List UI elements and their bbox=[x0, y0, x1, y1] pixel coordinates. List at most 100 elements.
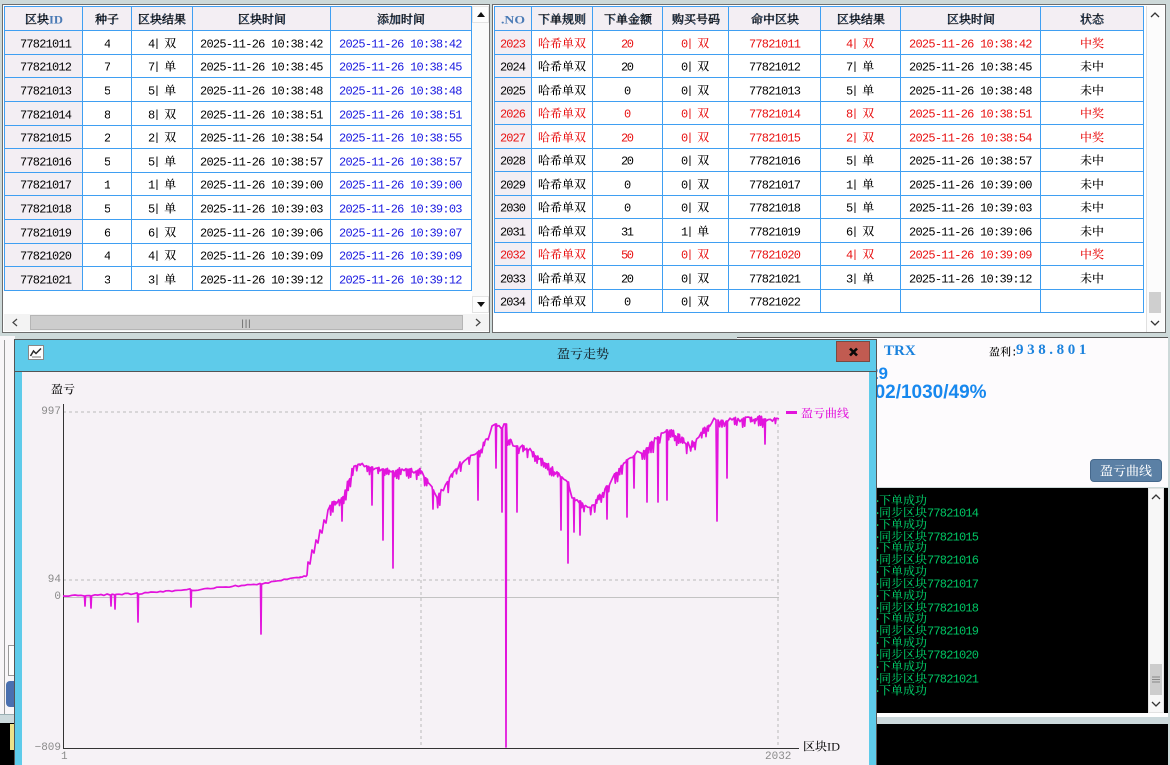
svg-text:2025-11-26 10:38:51: 2025-11-26 10:38:51 bbox=[909, 108, 1033, 119]
svg-text:2024: 2024 bbox=[500, 61, 526, 72]
svg-text:2023: 2023 bbox=[500, 37, 526, 48]
svg-text:0|: 0| bbox=[681, 155, 694, 166]
svg-text:77821022: 77821022 bbox=[749, 296, 801, 307]
svg-text:0|: 0| bbox=[681, 202, 694, 213]
svg-text:2033: 2033 bbox=[500, 272, 526, 283]
svg-text:77821015: 77821015 bbox=[20, 132, 72, 143]
svg-text:2026: 2026 bbox=[500, 108, 526, 119]
svg-text:77821018: 77821018 bbox=[927, 601, 979, 612]
svg-text:2025-11-26 10:39:09: 2025-11-26 10:39:09 bbox=[200, 250, 324, 261]
svg-text:4|: 4| bbox=[148, 37, 161, 48]
svg-text:77821011: 77821011 bbox=[749, 37, 801, 48]
svg-text:.NO: .NO bbox=[501, 13, 525, 25]
svg-text:3: 3 bbox=[104, 273, 111, 284]
svg-text:0: 0 bbox=[624, 178, 631, 189]
svg-text:2025-11-26 10:39:03: 2025-11-26 10:39:03 bbox=[200, 202, 324, 213]
svg-text:0|: 0| bbox=[681, 37, 694, 48]
svg-text:2025-11-26 10:38:45: 2025-11-26 10:38:45 bbox=[200, 61, 324, 72]
svg-text:2032: 2032 bbox=[500, 249, 526, 260]
svg-text:2025: 2025 bbox=[500, 84, 526, 95]
svg-text:2025-11-26 10:39:03: 2025-11-26 10:39:03 bbox=[909, 202, 1033, 213]
svg-text:2|: 2| bbox=[846, 131, 859, 142]
svg-text:77821015: 77821015 bbox=[927, 530, 979, 541]
svg-text:2025-11-26 10:39:06: 2025-11-26 10:39:06 bbox=[200, 226, 324, 237]
svg-text:2031: 2031 bbox=[500, 225, 526, 236]
svg-text:8|: 8| bbox=[148, 108, 161, 119]
svg-text:77821018: 77821018 bbox=[20, 202, 72, 213]
svg-text:2025-11-26 10:39:09: 2025-11-26 10:39:09 bbox=[339, 250, 463, 261]
svg-text:77821021: 77821021 bbox=[927, 672, 979, 683]
svg-text:77821019: 77821019 bbox=[20, 226, 72, 237]
svg-text:6|: 6| bbox=[846, 225, 859, 236]
svg-text:7: 7 bbox=[104, 61, 111, 72]
svg-text:2025-11-26 10:39:12: 2025-11-26 10:39:12 bbox=[200, 273, 324, 284]
svg-text:6: 6 bbox=[104, 226, 111, 237]
svg-text:77821017: 77821017 bbox=[20, 179, 72, 190]
svg-text:2028: 2028 bbox=[500, 155, 526, 166]
svg-text:0: 0 bbox=[624, 296, 631, 307]
svg-text:5|: 5| bbox=[148, 84, 161, 95]
svg-text:77821020: 77821020 bbox=[749, 249, 801, 260]
svg-text:77821019: 77821019 bbox=[749, 225, 801, 236]
svg-text:0|: 0| bbox=[681, 84, 694, 95]
svg-text:5|: 5| bbox=[148, 202, 161, 213]
svg-text:0|: 0| bbox=[681, 131, 694, 142]
svg-text:77821014: 77821014 bbox=[927, 506, 979, 517]
svg-text:2025-11-26 10:38:45: 2025-11-26 10:38:45 bbox=[339, 61, 463, 72]
svg-text:2025-11-26 10:39:09: 2025-11-26 10:39:09 bbox=[909, 249, 1033, 260]
svg-text:1|: 1| bbox=[148, 179, 161, 190]
svg-text:77821020: 77821020 bbox=[927, 649, 979, 660]
svg-text:2030: 2030 bbox=[500, 202, 526, 213]
svg-text:5: 5 bbox=[104, 84, 111, 95]
svg-text:2025-11-26 10:38:55: 2025-11-26 10:38:55 bbox=[339, 132, 463, 143]
svg-text:2025-11-26 10:39:00: 2025-11-26 10:39:00 bbox=[909, 178, 1033, 189]
svg-text:7|: 7| bbox=[148, 61, 161, 72]
svg-text:2025-11-26 10:38:42: 2025-11-26 10:38:42 bbox=[200, 37, 324, 48]
svg-text::: : bbox=[1011, 348, 1015, 357]
svg-text:0|: 0| bbox=[681, 178, 694, 189]
svg-text:77821017: 77821017 bbox=[749, 178, 801, 189]
svg-text:2025-11-26 10:39:00: 2025-11-26 10:39:00 bbox=[339, 179, 463, 190]
svg-text:2025-11-26 10:38:57: 2025-11-26 10:38:57 bbox=[200, 155, 324, 166]
svg-text:2025-11-26 10:38:48: 2025-11-26 10:38:48 bbox=[200, 84, 324, 95]
svg-text:20: 20 bbox=[621, 61, 634, 72]
svg-text:ID: ID bbox=[827, 740, 840, 752]
svg-text:2027: 2027 bbox=[500, 131, 526, 142]
svg-text:2025-11-26 10:39:03: 2025-11-26 10:39:03 bbox=[339, 202, 463, 213]
svg-text:2025-11-26 10:38:42: 2025-11-26 10:38:42 bbox=[339, 37, 463, 48]
svg-text:77821012: 77821012 bbox=[749, 61, 801, 72]
svg-text:0: 0 bbox=[624, 84, 631, 95]
svg-text:8: 8 bbox=[104, 108, 111, 119]
svg-text:2025-11-26 10:38:48: 2025-11-26 10:38:48 bbox=[339, 84, 463, 95]
svg-text:2025-11-26 10:38:54: 2025-11-26 10:38:54 bbox=[909, 131, 1033, 142]
svg-text:5|: 5| bbox=[148, 155, 161, 166]
svg-text:20: 20 bbox=[621, 131, 634, 142]
svg-text:8|: 8| bbox=[846, 108, 859, 119]
svg-text:77821013: 77821013 bbox=[749, 84, 801, 95]
svg-text:77821019: 77821019 bbox=[927, 625, 979, 636]
svg-text:0: 0 bbox=[624, 202, 631, 213]
svg-text:2025-11-26 10:39:00: 2025-11-26 10:39:00 bbox=[200, 179, 324, 190]
svg-text:77821011: 77821011 bbox=[20, 37, 72, 48]
svg-text:2025-11-26 10:38:57: 2025-11-26 10:38:57 bbox=[339, 155, 463, 166]
svg-text:20: 20 bbox=[621, 272, 634, 283]
svg-text:77821012: 77821012 bbox=[20, 61, 72, 72]
svg-text:4|: 4| bbox=[148, 250, 161, 261]
svg-text:77821013: 77821013 bbox=[20, 84, 72, 95]
svg-text:1|: 1| bbox=[681, 225, 694, 236]
svg-text:1|: 1| bbox=[846, 178, 859, 189]
svg-text:2034: 2034 bbox=[500, 296, 526, 307]
svg-text:4: 4 bbox=[104, 250, 111, 261]
svg-text:77821018: 77821018 bbox=[749, 202, 801, 213]
svg-text:77821015: 77821015 bbox=[749, 131, 801, 142]
svg-text:77821020: 77821020 bbox=[20, 250, 72, 261]
svg-text:5|: 5| bbox=[846, 84, 859, 95]
svg-text:3|: 3| bbox=[846, 272, 859, 283]
svg-text:5|: 5| bbox=[846, 155, 859, 166]
svg-text:2|: 2| bbox=[148, 132, 161, 143]
svg-text:77821016: 77821016 bbox=[927, 554, 979, 565]
svg-text:0: 0 bbox=[624, 108, 631, 119]
svg-text:20: 20 bbox=[621, 37, 634, 48]
svg-text:2025-11-26 10:39:06: 2025-11-26 10:39:06 bbox=[909, 225, 1033, 236]
svg-text:77821017: 77821017 bbox=[927, 577, 979, 588]
